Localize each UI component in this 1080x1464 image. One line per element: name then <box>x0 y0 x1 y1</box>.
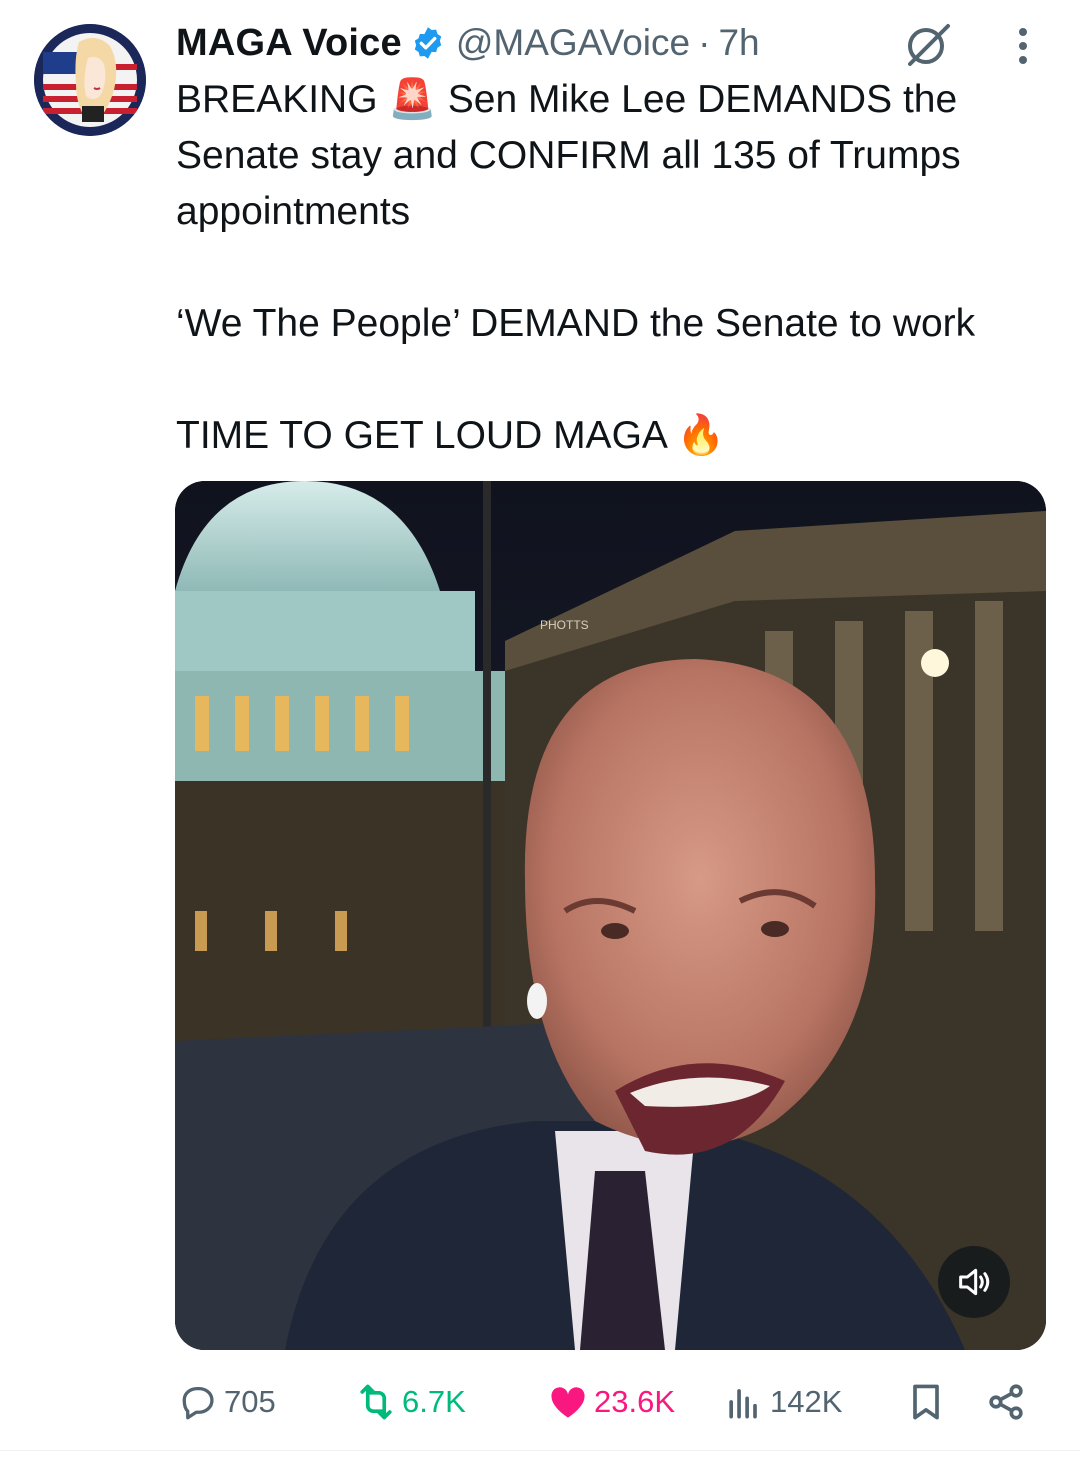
tweet-text: BREAKING 🚨 Sen Mike Lee DEMANDS the Sena… <box>176 78 976 457</box>
share-icon <box>989 1384 1023 1420</box>
repost-icon <box>360 1384 392 1420</box>
separator-dot: · <box>698 22 711 63</box>
avatar-image <box>34 24 146 136</box>
view-count: 142K <box>770 1384 843 1419</box>
repost-button[interactable]: 6.7K <box>354 1372 466 1432</box>
bookmark-button[interactable] <box>904 1372 948 1432</box>
like-button[interactable]: 23.6K <box>546 1372 675 1432</box>
grok-icon[interactable] <box>902 20 954 68</box>
author-name[interactable]: MAGA Voice <box>176 22 402 65</box>
reply-count: 705 <box>224 1384 276 1419</box>
reply-button[interactable]: 705 <box>176 1372 276 1432</box>
video-player[interactable]: PHOTTS <box>175 481 1046 1350</box>
bookmark-icon <box>913 1384 939 1420</box>
more-options-icon[interactable] <box>1008 24 1038 68</box>
like-icon <box>551 1387 585 1418</box>
verified-badge-icon <box>414 27 442 59</box>
action-bar: 705 6.7K 23.6K 142K <box>176 1372 1036 1432</box>
repost-count: 6.7K <box>402 1384 466 1419</box>
like-count: 23.6K <box>594 1384 676 1419</box>
author-handle[interactable]: @MAGAVoice <box>456 22 690 64</box>
mute-button[interactable] <box>938 1246 1010 1318</box>
reply-icon <box>182 1386 214 1420</box>
video-frame: PHOTTS <box>175 481 1046 1350</box>
divider <box>0 1450 1080 1451</box>
views-button[interactable]: 142K <box>722 1372 842 1432</box>
building-sign: PHOTTS <box>540 618 589 632</box>
avatar[interactable] <box>34 24 146 136</box>
post-time[interactable]: 7h <box>718 22 759 64</box>
views-icon <box>729 1389 757 1419</box>
volume-icon <box>959 1268 990 1296</box>
share-button[interactable] <box>984 1372 1028 1432</box>
